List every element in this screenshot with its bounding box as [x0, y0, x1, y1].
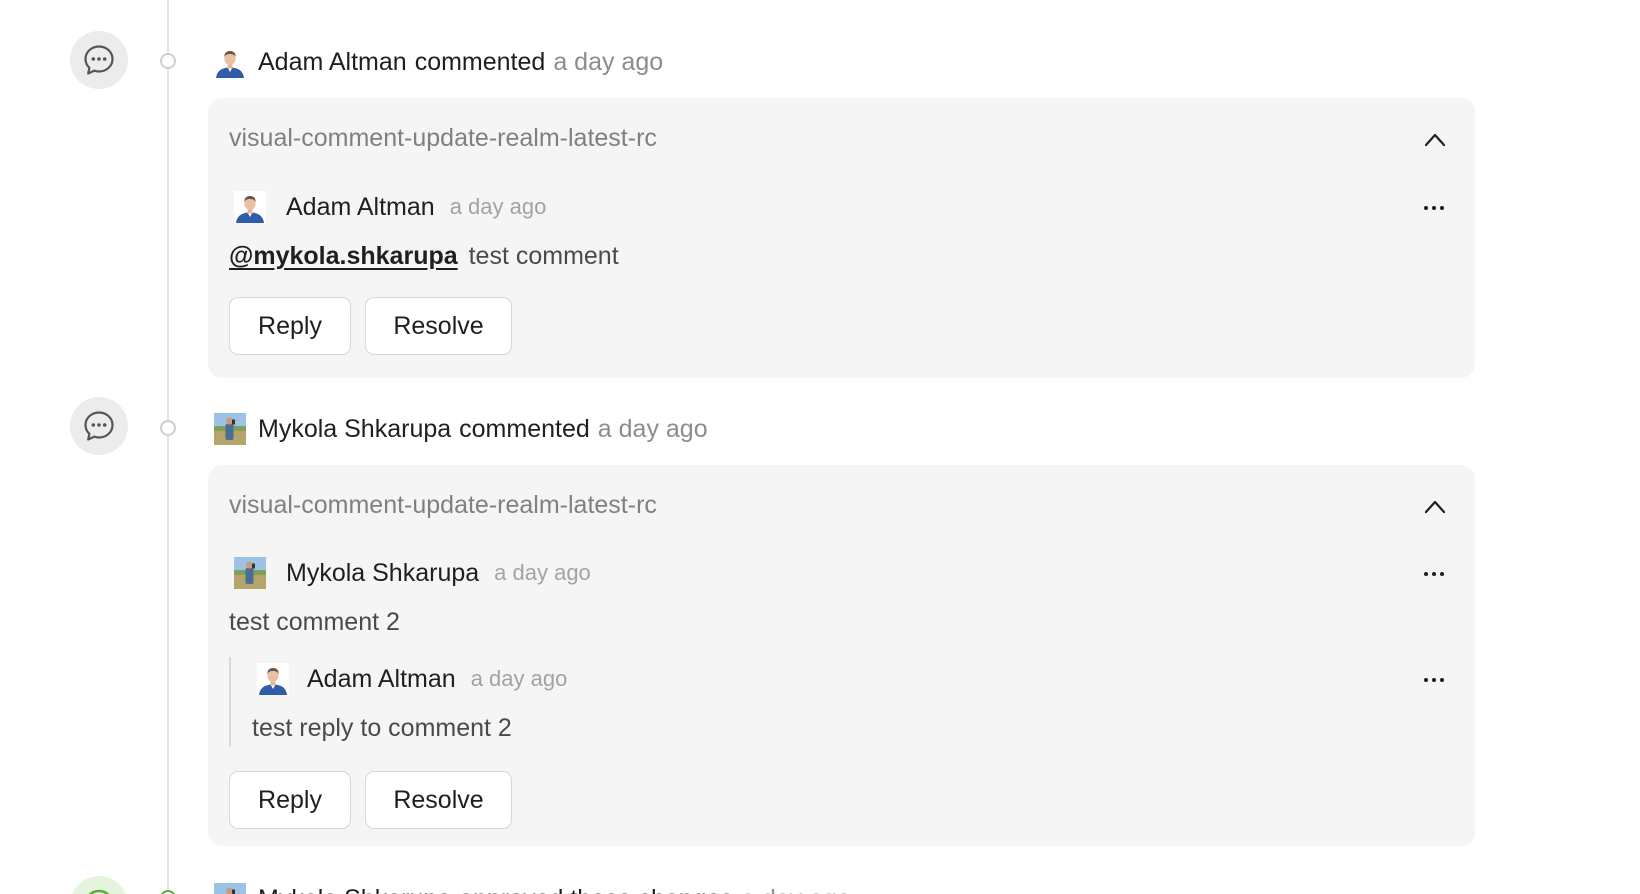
more-horizontal-icon: [1424, 678, 1444, 682]
event-actor[interactable]: Adam Altman: [258, 48, 407, 77]
reply-body: test reply to comment 2: [252, 714, 512, 742]
comment-event-icon: [70, 397, 128, 455]
timeline-dot: [160, 53, 176, 69]
event-action: commented: [414, 47, 546, 76]
reply-button[interactable]: Reply: [229, 297, 351, 355]
more-options-button[interactable]: [1419, 564, 1449, 584]
reply-author[interactable]: Adam Altman: [307, 665, 456, 694]
event-time: a day ago: [741, 885, 851, 894]
avatar[interactable]: [214, 46, 246, 78]
comment-author[interactable]: Mykola Shkarupa: [286, 559, 479, 588]
speech-bubble-icon: [84, 45, 114, 75]
avatar[interactable]: [214, 413, 246, 445]
branch-name: visual-comment-update-realm-latest-rc: [229, 124, 657, 152]
avatar[interactable]: [234, 191, 266, 223]
event-action: approved these changes: [459, 885, 733, 894]
approved-event-icon: [70, 876, 128, 894]
check-circle-icon: [88, 889, 110, 894]
timeline-dot: [160, 420, 176, 436]
comment-header: Mykola Shkarupa a day ago: [234, 555, 591, 591]
collapse-button[interactable]: [1421, 493, 1449, 521]
comment-text: test comment: [468, 242, 619, 270]
comment-time: a day ago: [449, 194, 547, 219]
event-header: Mykola Shkarupa approved these changes a…: [214, 883, 851, 894]
more-options-button[interactable]: [1419, 670, 1449, 690]
comment-time: a day ago: [494, 560, 591, 585]
event-header: Mykola Shkarupa commented a day ago: [214, 413, 708, 445]
chevron-up-icon: [1424, 500, 1446, 514]
branch-name: visual-comment-update-realm-latest-rc: [229, 491, 657, 519]
comment-thread-card: visual-comment-update-realm-latest-rc My…: [208, 465, 1475, 846]
reply-thread-line: [229, 657, 231, 747]
comment-body: @mykola.shkarupa test comment: [229, 242, 619, 271]
comment-header: Adam Altman a day ago: [234, 189, 546, 225]
comment-event-icon: [70, 31, 128, 89]
comment-body: test comment 2: [229, 608, 400, 636]
reply-header: Adam Altman a day ago: [257, 661, 567, 697]
reply-time: a day ago: [470, 666, 568, 691]
event-actor[interactable]: Mykola Shkarupa: [258, 885, 451, 894]
event-header: Adam Altman commented a day ago: [214, 46, 663, 78]
event-actor[interactable]: Mykola Shkarupa: [258, 415, 451, 444]
chevron-up-icon: [1424, 133, 1446, 147]
timeline-line: [167, 0, 169, 894]
more-horizontal-icon: [1424, 206, 1444, 210]
speech-bubble-icon: [84, 411, 114, 441]
more-horizontal-icon: [1424, 572, 1444, 576]
resolve-button[interactable]: Resolve: [365, 771, 512, 829]
more-options-button[interactable]: [1419, 198, 1449, 218]
user-mention-link[interactable]: @mykola.shkarupa: [229, 242, 458, 270]
comment-author[interactable]: Adam Altman: [286, 193, 435, 222]
event-time: a day ago: [597, 414, 708, 443]
event-action: commented: [459, 414, 590, 443]
avatar[interactable]: [234, 557, 266, 589]
activity-timeline: Adam Altman commented a day ago visual-c…: [0, 0, 1640, 894]
timeline-dot: [160, 890, 176, 894]
reply-button[interactable]: Reply: [229, 771, 351, 829]
avatar[interactable]: [214, 883, 246, 894]
event-time: a day ago: [553, 47, 664, 76]
avatar[interactable]: [257, 663, 289, 695]
comment-thread-card: visual-comment-update-realm-latest-rc Ad…: [208, 98, 1475, 378]
resolve-button[interactable]: Resolve: [365, 297, 512, 355]
collapse-button[interactable]: [1421, 126, 1449, 154]
